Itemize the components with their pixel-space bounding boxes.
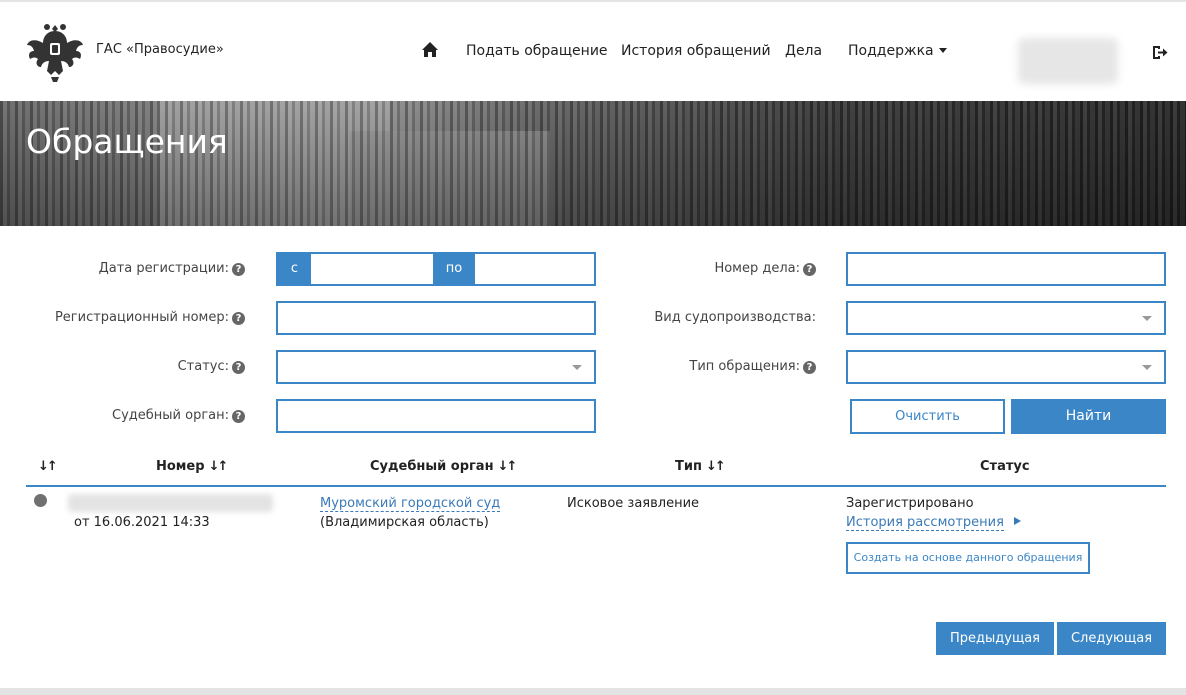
column-court-label: Судебный орган — [370, 459, 494, 474]
court-link-wrapper: Муромский городской суд — [320, 496, 501, 512]
status-select[interactable] — [276, 350, 596, 384]
case-number-field — [846, 252, 1166, 286]
create-from-appeal-button[interactable]: Создать на основе данного обращения — [846, 542, 1090, 574]
date-from-input[interactable] — [311, 254, 433, 284]
status-label: Статус:? — [178, 359, 245, 374]
proceeding-label-text: Вид судопроизводства: — [654, 310, 816, 325]
date-label-text: Дата регистрации: — [98, 261, 229, 276]
user-info-blurred[interactable] — [1018, 38, 1118, 84]
help-icon[interactable]: ? — [803, 361, 816, 374]
column-number-label: Номер — [156, 459, 205, 474]
banner-shade — [0, 101, 1186, 226]
nav-support-label: Поддержка — [848, 43, 934, 59]
court-link[interactable]: Муромский городской суд — [320, 496, 501, 512]
dropdown-arrow-icon — [1142, 365, 1152, 370]
coat-of-arms-emblem-icon[interactable] — [25, 19, 85, 83]
dropdown-arrow-icon — [572, 365, 582, 370]
court-label-text: Судебный орган: — [112, 408, 229, 423]
history-link-wrapper: История рассмотрения — [846, 515, 1021, 531]
court-input[interactable] — [278, 401, 594, 431]
proceeding-label: Вид судопроизводства: — [654, 310, 816, 325]
date-to-addon: по — [433, 254, 475, 284]
status-indicator-dot — [34, 494, 47, 507]
court-label: Судебный орган:? — [112, 408, 245, 423]
sort-icon: ↓↑ — [38, 459, 58, 474]
next-page-button[interactable]: Следующая — [1057, 622, 1166, 655]
nav-appeal-history[interactable]: История обращений — [621, 43, 771, 59]
appeal-type-select[interactable] — [846, 350, 1166, 384]
clear-button[interactable]: Очистить — [850, 399, 1005, 434]
appeal-number-blurred[interactable] — [68, 494, 273, 512]
reg-number-label: Регистрационный номер:? — [55, 310, 245, 325]
date-label: Дата регистрации:? — [99, 261, 245, 276]
reg-number-input[interactable] — [278, 303, 594, 333]
prev-page-button[interactable]: Предыдущая — [936, 622, 1054, 655]
table-header-divider — [26, 485, 1166, 487]
help-icon[interactable]: ? — [803, 263, 816, 276]
help-icon[interactable]: ? — [232, 312, 245, 325]
appeal-type-label-text: Тип обращения: — [689, 359, 800, 374]
sort-icon: ↓↑ — [208, 459, 229, 474]
case-number-input[interactable] — [848, 254, 1164, 284]
history-link[interactable]: История рассмотрения — [846, 515, 1004, 531]
sort-icon: ↓↑ — [705, 459, 726, 474]
court-region: (Владимирская область) — [320, 515, 489, 530]
help-icon[interactable]: ? — [232, 361, 245, 374]
date-from-addon: с — [278, 254, 311, 284]
dropdown-arrow-icon — [1142, 316, 1152, 321]
expand-arrow-icon[interactable] — [1013, 517, 1021, 525]
column-header-court[interactable]: Судебный орган ↓↑ — [370, 459, 518, 474]
reg-number-label-text: Регистрационный номер: — [54, 310, 229, 325]
bottom-border — [0, 688, 1186, 695]
appeal-type-value: Исковое заявление — [567, 496, 700, 511]
proceeding-select[interactable] — [846, 301, 1166, 335]
home-icon[interactable] — [421, 41, 439, 59]
page-title: Обращения — [26, 122, 228, 161]
page-banner: Обращения — [0, 101, 1186, 226]
appeal-type-label: Тип обращения:? — [689, 359, 816, 374]
brand-name[interactable]: ГАС «Правосудие» — [96, 42, 224, 57]
nav-cases[interactable]: Дела — [785, 43, 822, 59]
case-number-label-text: Номер дела: — [714, 261, 800, 276]
nav-submit-appeal[interactable]: Подать обращение — [466, 43, 608, 59]
date-to-input[interactable] — [475, 254, 594, 284]
status-label-text: Статус: — [177, 359, 229, 374]
column-header-status: Статус — [980, 459, 1030, 474]
header: ГАС «Правосудие» Подать обращение Истори… — [0, 2, 1186, 101]
appeal-status-value: Зарегистрировано — [846, 496, 974, 511]
case-number-label: Номер дела:? — [714, 261, 816, 276]
caret-down-icon — [938, 48, 947, 53]
date-range-field: с по — [276, 252, 596, 286]
find-button[interactable]: Найти — [1011, 399, 1166, 434]
column-header-type[interactable]: Тип ↓↑ — [675, 459, 726, 474]
sort-icon: ↓↑ — [497, 459, 518, 474]
help-icon[interactable]: ? — [232, 263, 245, 276]
appeal-date: от 16.06.2021 14:33 — [74, 515, 210, 530]
nav-support-dropdown[interactable]: Поддержка — [848, 43, 947, 59]
logout-icon[interactable] — [1151, 44, 1168, 61]
help-icon[interactable]: ? — [232, 410, 245, 423]
reg-number-field — [276, 301, 596, 335]
column-header-sort-all[interactable]: ↓↑ — [38, 459, 58, 474]
column-header-number[interactable]: Номер ↓↑ — [156, 459, 229, 474]
column-type-label: Тип — [675, 459, 702, 474]
court-field — [276, 399, 596, 433]
